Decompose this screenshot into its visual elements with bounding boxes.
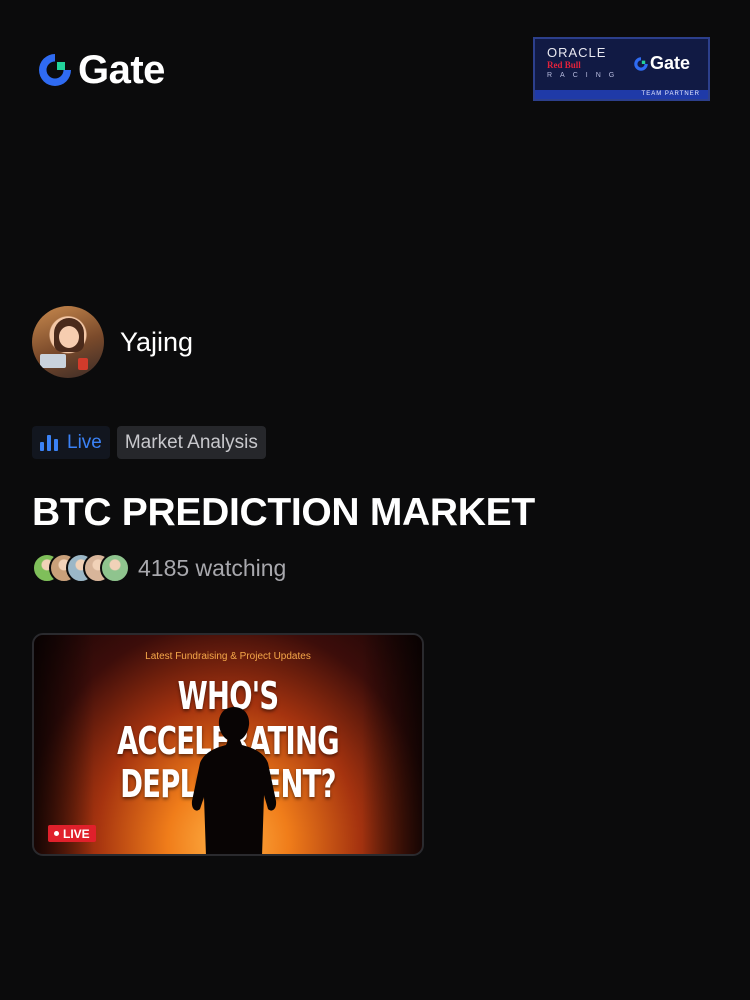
redbull-text: Red Bull	[547, 60, 581, 70]
gate-logo[interactable]: Gate	[36, 50, 165, 90]
partner-gate-text: Gate	[650, 53, 691, 73]
viewer-avatars	[32, 553, 130, 583]
live-tag: Live	[32, 426, 110, 459]
host-avatar[interactable]	[32, 306, 104, 378]
brand-name: Gate	[78, 48, 165, 92]
stream-thumbnail[interactable]: Latest Fundraising & Project Updates WHO…	[32, 633, 424, 856]
oracle-text: ORACLE	[547, 45, 607, 60]
partner-banner[interactable]: ORACLE Red Bull RACING Gate TEAM PARTNER	[533, 37, 710, 101]
partner-footer-strip: TEAM PARTNER	[535, 90, 708, 99]
live-badge: LIVE	[48, 825, 96, 842]
stream-title: BTC PREDICTION MARKET	[32, 491, 535, 534]
live-tag-label: Live	[67, 431, 102, 453]
viewer-avatar	[100, 553, 130, 583]
category-tag[interactable]: Market Analysis	[116, 426, 266, 459]
host-name: Yajing	[120, 326, 194, 357]
live-bars-icon	[40, 434, 58, 451]
live-badge-label: LIVE	[63, 826, 90, 841]
watching-count: 4185 watching	[138, 554, 287, 581]
partner-gate-logo: Gate	[633, 53, 690, 74]
host-profile[interactable]: Yajing	[32, 306, 193, 378]
live-dot-icon	[54, 831, 59, 836]
stream-tags: Live Market Analysis	[32, 426, 266, 459]
thumbnail-subtitle: Latest Fundraising & Project Updates	[145, 651, 311, 662]
gate-logo-icon	[39, 54, 71, 86]
racing-text: RACING	[547, 72, 623, 79]
gate-logo-icon	[634, 56, 648, 71]
presenter-silhouette	[191, 707, 277, 854]
viewer-count: 4185 watching	[32, 553, 286, 583]
partner-footer-text: TEAM PARTNER	[641, 91, 700, 97]
